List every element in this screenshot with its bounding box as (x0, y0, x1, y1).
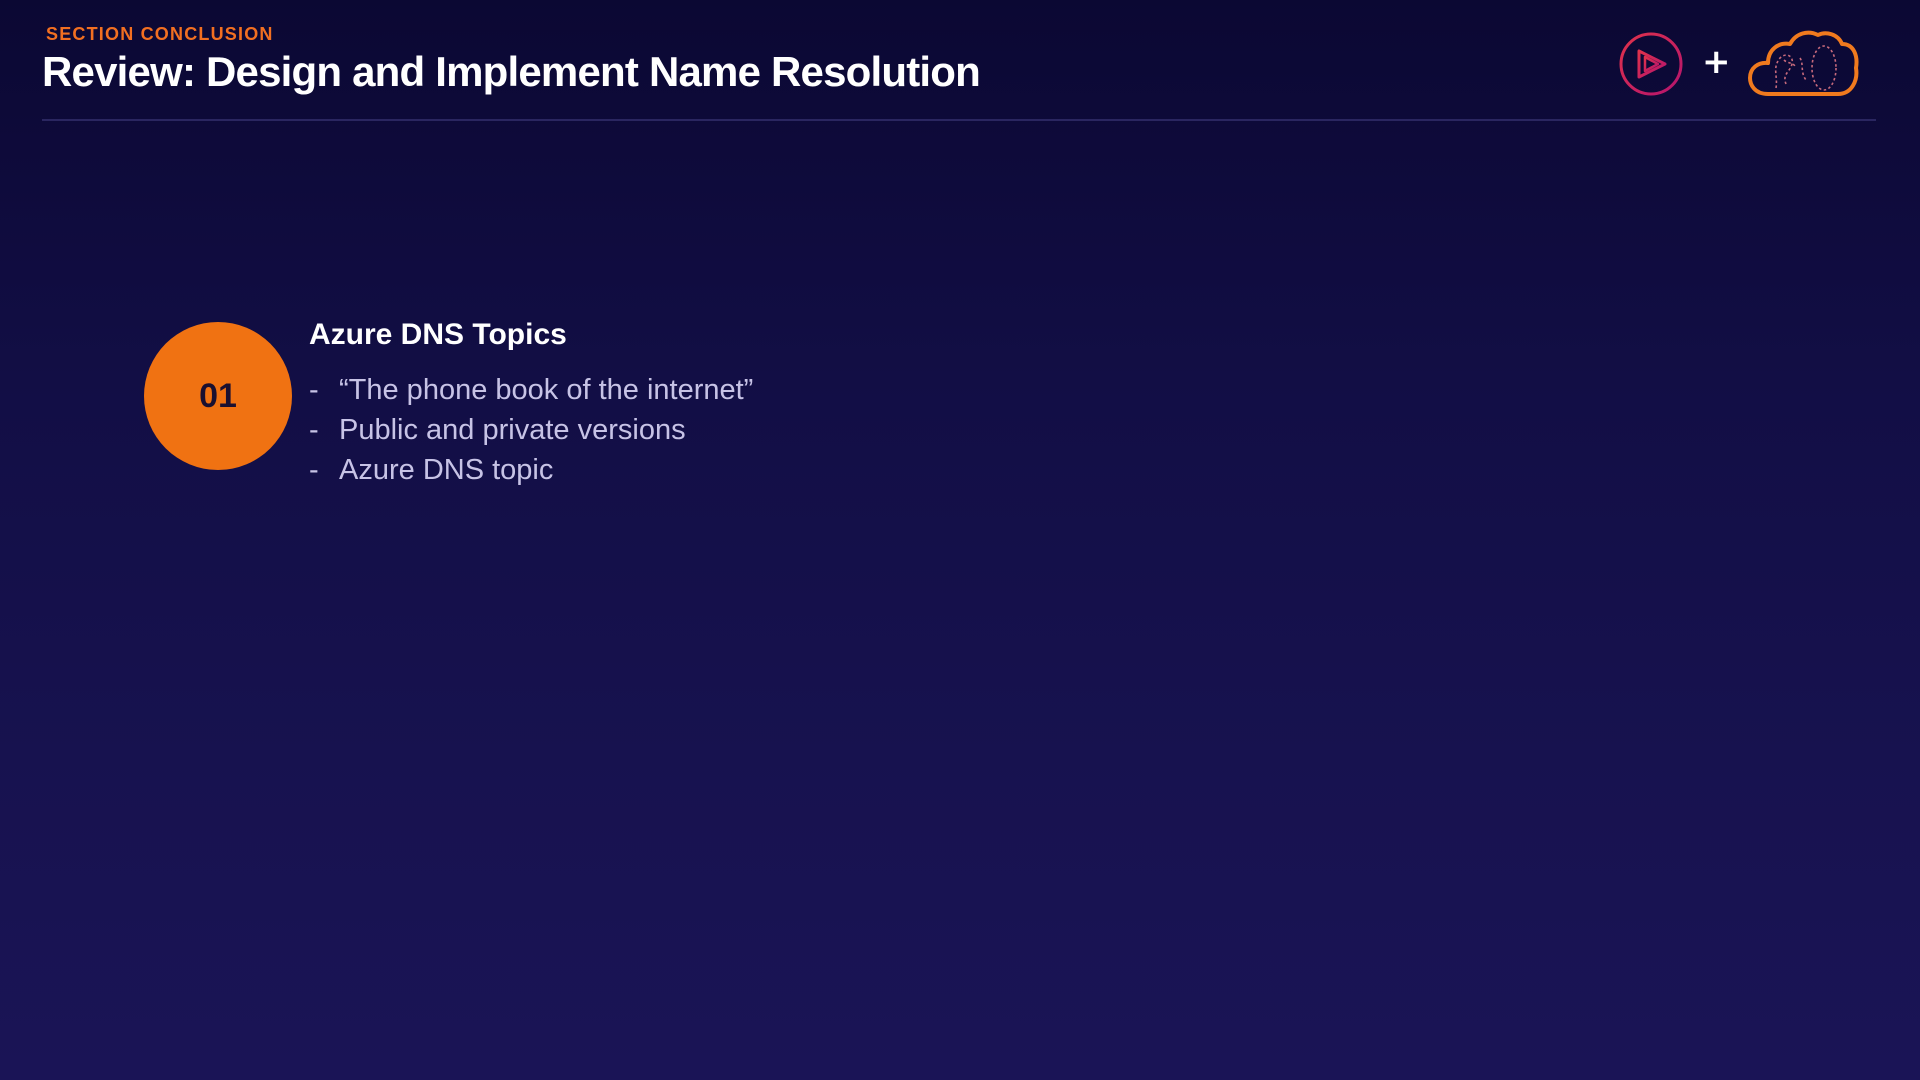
bullet-item: - Azure DNS topic (309, 450, 753, 490)
plus-sign: + (1702, 42, 1731, 82)
bullet-text: “The phone book of the internet” (339, 374, 754, 406)
bullet-dash: - (309, 414, 319, 446)
page-title: Review: Design and Implement Name Resolu… (42, 48, 981, 95)
brand-logos: + (1614, 28, 1864, 104)
bullet-dash: - (309, 374, 319, 406)
item-heading: Azure DNS Topics (309, 318, 567, 351)
item-bullet-list: - “The phone book of the internet” - Pub… (309, 370, 753, 490)
header-divider (42, 119, 1876, 121)
bullet-text: Public and private versions (339, 414, 686, 446)
bullet-dash: - (309, 454, 319, 486)
play-logo-icon (1619, 32, 1683, 96)
cloud-icon (1748, 30, 1859, 96)
bullet-item: - “The phone book of the internet” (309, 370, 753, 410)
section-label: SECTION CONCLUSION (46, 24, 274, 44)
item-number-badge: 01 (144, 322, 292, 470)
bullet-item: - Public and private versions (309, 410, 753, 450)
bullet-text: Azure DNS topic (339, 454, 554, 486)
